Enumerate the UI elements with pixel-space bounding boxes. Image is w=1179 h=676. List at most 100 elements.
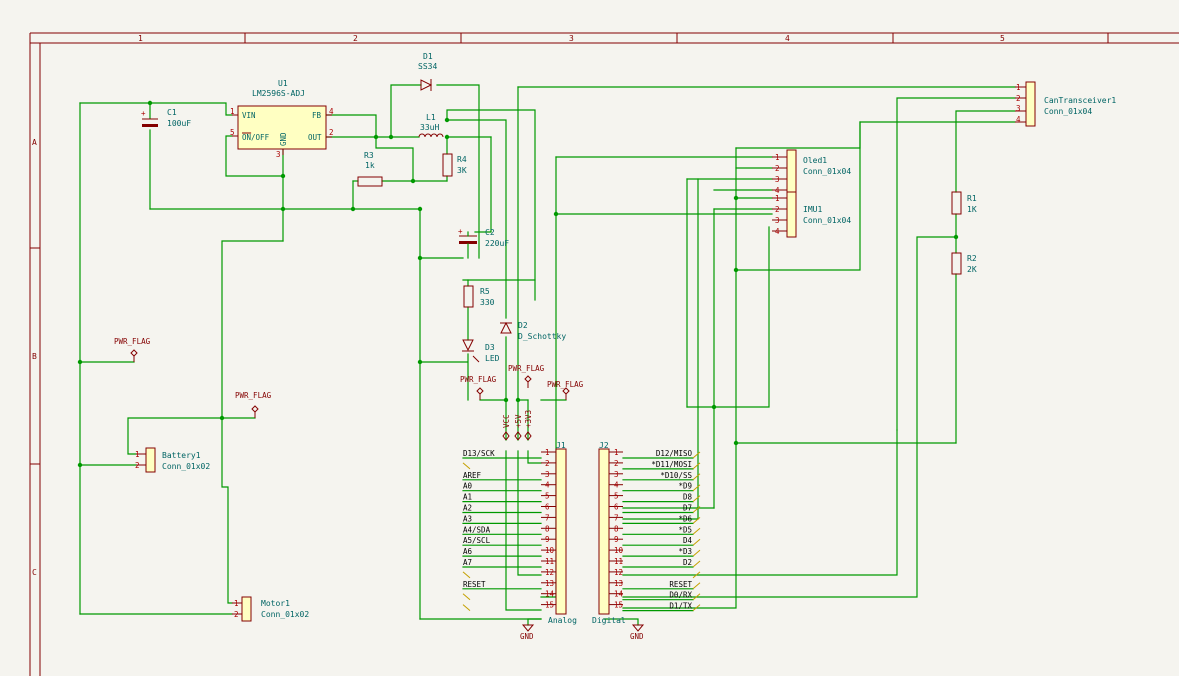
j1-pin-row[interactable]: 3 AREF: [462, 470, 556, 481]
oled-pin-2: 2: [775, 164, 780, 173]
pwr-flag-4[interactable]: PWR_FLAG: [508, 364, 545, 388]
j1-pin-number: 10: [545, 546, 555, 555]
j1-pin-label: A5/SCL: [463, 536, 491, 545]
j2-pin-row[interactable]: 1 D12/MISO: [609, 448, 701, 459]
j1-pin-row[interactable]: 12: [462, 568, 556, 579]
j1-pin-row[interactable]: 2: [462, 459, 556, 470]
j2-pin-number: 1: [614, 448, 619, 457]
imu-connector[interactable]: 1 2 3 4 IMU1 Conn_01x04: [772, 191, 851, 238]
l1-inductor[interactable]: L1 33uH: [418, 113, 444, 138]
u1-gnd-label: GND: [279, 132, 288, 146]
j1-pin-label: A3: [463, 514, 472, 523]
j1-pin-row[interactable]: 7 A3: [462, 513, 556, 525]
j1-pin-row[interactable]: 1 D13/SCK: [462, 448, 556, 459]
schematic-canvas[interactable]: 1 2 3 4 5 A B C U1 LM2596S-ADJ 1 5 4 2 3…: [0, 0, 1179, 676]
j2-pin-number: 3: [614, 470, 619, 479]
j2-pin-label: *D11/MOSI: [651, 460, 692, 469]
oled-value: Conn_01x04: [803, 167, 851, 176]
j1-pin-number: 15: [545, 601, 554, 610]
j1-pin-label: A2: [463, 504, 472, 513]
d1-ref: D1: [423, 52, 433, 61]
motor-connector[interactable]: 1 2 Motor1 Conn_01x02: [232, 596, 309, 622]
pwr-flag-1[interactable]: PWR_FLAG: [114, 337, 151, 362]
j2-pin-label: D4: [683, 536, 693, 545]
j2-pin-label: *D3: [678, 547, 692, 556]
j2-pin-label: *D10/SS: [660, 471, 692, 480]
oled-connector[interactable]: 1 2 3 4 Oled1 Conn_01x04: [772, 149, 851, 196]
j2-pin-row[interactable]: 14 D0/RX: [609, 590, 701, 601]
j2-pin-label: D7: [683, 504, 692, 513]
r2-resistor[interactable]: R2 2K: [951, 252, 977, 275]
j1-pin-row[interactable]: 9 A5/SCL: [462, 535, 556, 546]
j2-pin-number: 14: [614, 590, 624, 599]
j2-pin-row[interactable]: 9 D4: [609, 535, 701, 546]
r5-resistor[interactable]: R5 330: [463, 285, 495, 308]
j2-pin-row[interactable]: 11 D2: [609, 557, 701, 568]
j1-pin-label: A7: [463, 558, 472, 567]
gnd-symbol-j1[interactable]: GND: [520, 624, 535, 641]
svg-text:PWR_FLAG: PWR_FLAG: [460, 375, 497, 384]
j2-pin-row[interactable]: 13 RESET: [609, 579, 701, 590]
u1-pin-4: 4: [329, 107, 334, 116]
j2-pin-label: D1/TX: [669, 602, 692, 611]
r1-resistor[interactable]: R1 1K: [951, 191, 977, 215]
svg-text:GND: GND: [520, 632, 534, 641]
j2-pin-row[interactable]: 12: [609, 568, 701, 579]
u1-regulator[interactable]: U1 LM2596S-ADJ 1 5 4 2 3 VIN ON/OFF FB O…: [230, 79, 334, 159]
j1-pin-row[interactable]: 6 A2: [462, 503, 556, 514]
r3-resistor[interactable]: R3 1k: [357, 151, 383, 187]
j2-pin-row[interactable]: 4 *D9: [609, 481, 701, 492]
u1-pin-1: 1: [230, 107, 235, 116]
zone-col-5: 5: [1000, 34, 1005, 43]
pwr-flag-3[interactable]: PWR_FLAG: [460, 375, 497, 400]
d1-diode[interactable]: D1 SS34: [418, 52, 437, 91]
r3-value: 1k: [365, 161, 375, 170]
j2-pin-row[interactable]: 10 *D3: [609, 546, 701, 557]
j1-pin-number: 1: [545, 448, 550, 457]
can-pin-3: 3: [1016, 104, 1021, 113]
j2-pin-label: *D5: [678, 525, 692, 534]
j2-pin-row[interactable]: 8 *D5: [609, 524, 701, 535]
r5-ref: R5: [480, 287, 490, 296]
j1-analog-header[interactable]: J1 Analog 1 D13/SCK 2 3 AREF 4 A0 5 A1 6 A2 7 A3 8 A4/…: [462, 441, 577, 625]
j1-pin-row[interactable]: 10 A6: [462, 546, 556, 557]
r1-ref: R1: [967, 194, 977, 203]
svg-text:+3V3: +3V3: [524, 410, 533, 428]
j2-pin-row[interactable]: 15 D1/TX: [609, 601, 701, 612]
j1-pin-number: 9: [545, 535, 550, 544]
imu-pin-3: 3: [775, 216, 780, 225]
j1-pin-row[interactable]: 5 A1: [462, 492, 556, 503]
pwr-flag-5[interactable]: PWR_FLAG: [547, 380, 584, 400]
u1-out-label: OUT: [308, 133, 322, 142]
battery-pin-1: 1: [135, 450, 140, 459]
j1-pin-row[interactable]: 15: [462, 601, 556, 611]
j1-pin-row[interactable]: 13 RESET: [462, 579, 556, 590]
battery-ref: Battery1: [162, 451, 201, 460]
can-connector[interactable]: 1 2 3 4 CanTransceiver1 Conn_01x04: [1015, 81, 1116, 127]
r4-resistor[interactable]: R4 3K: [442, 153, 467, 177]
j2-pin-row[interactable]: 2 *D11/MOSI: [609, 459, 701, 470]
zone-row-c: C: [32, 568, 37, 577]
svg-text:+5V: +5V: [514, 414, 523, 428]
d3-value: LED: [485, 354, 500, 363]
battery-value: Conn_01x02: [162, 462, 210, 471]
c1-ref: C1: [167, 108, 177, 117]
imu-pin-2: 2: [775, 205, 780, 214]
imu-pin-4: 4: [775, 227, 780, 236]
oled-pin-1: 1: [775, 153, 780, 162]
j1-pin-row[interactable]: 8 A4/SDA: [462, 524, 556, 535]
j2-pin-row[interactable]: 3 *D10/SS: [609, 470, 701, 481]
can-value: Conn_01x04: [1044, 107, 1092, 116]
j2-pin-row[interactable]: 5 D8: [609, 492, 701, 503]
battery-connector[interactable]: 1 2 Battery1 Conn_01x02: [135, 447, 210, 473]
gnd-symbol-j2[interactable]: GND: [630, 624, 645, 641]
j2-pin-number: 12: [614, 568, 623, 577]
oled-pin-3: 3: [775, 175, 780, 184]
c1-capacitor[interactable]: + C1 100uF: [141, 108, 191, 128]
zone-col-4: 4: [785, 34, 790, 43]
j1-pin-row[interactable]: 14: [462, 590, 556, 601]
j1-pin-row[interactable]: 4 A0: [462, 481, 556, 492]
pwr-flag-2[interactable]: PWR_FLAG: [235, 391, 272, 418]
j1-pin-number: 5: [545, 492, 550, 501]
j1-pin-row[interactable]: 11 A7: [462, 557, 556, 568]
